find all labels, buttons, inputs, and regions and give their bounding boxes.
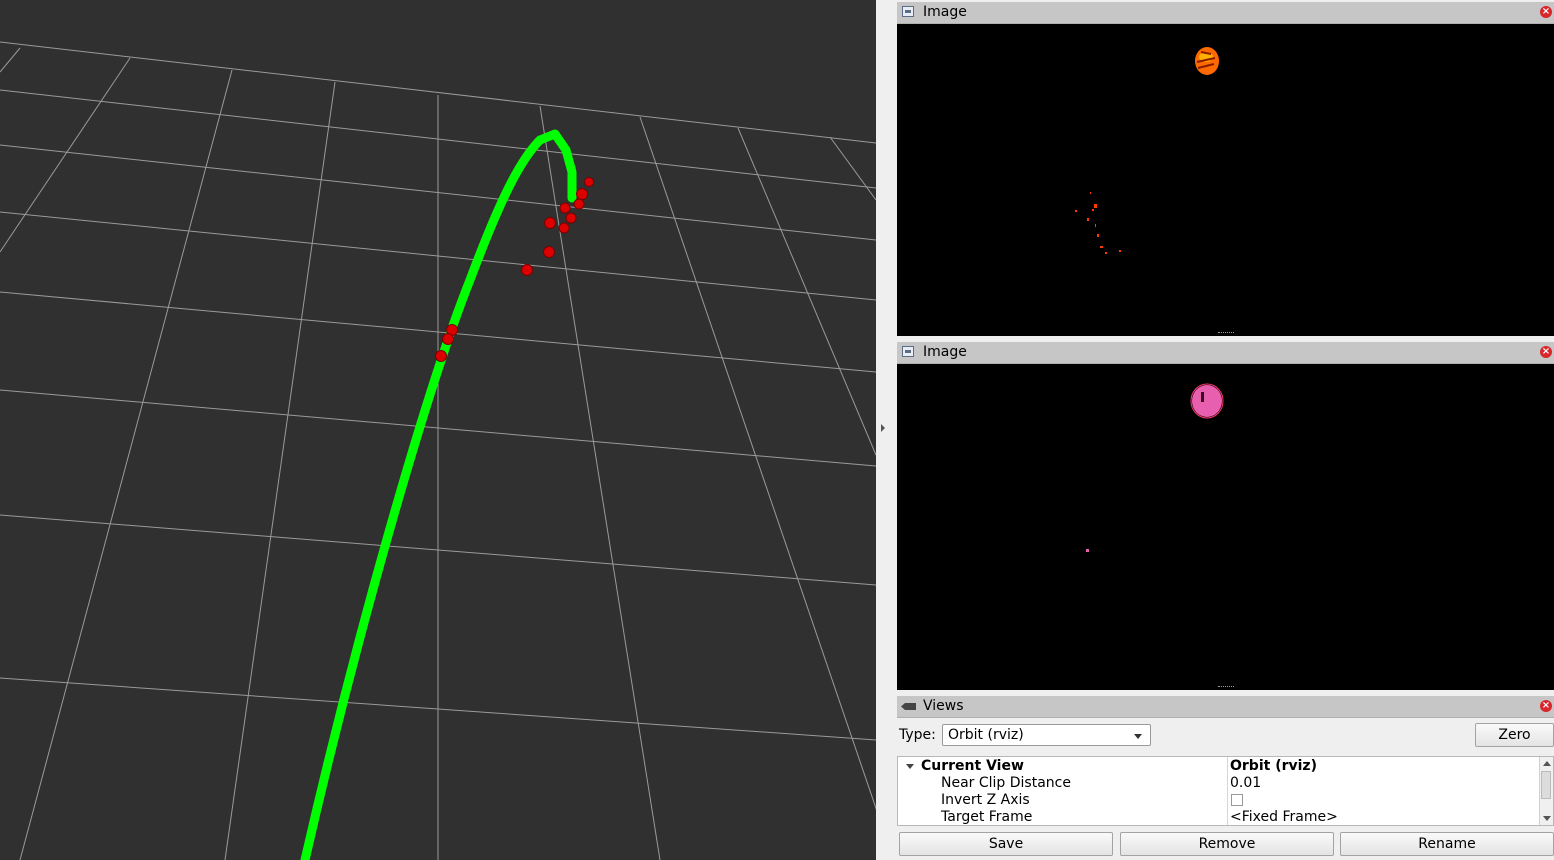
image-view-bottom [897, 364, 1554, 690]
close-icon[interactable]: × [1540, 6, 1552, 18]
properties-scrollbar[interactable] [1539, 757, 1553, 825]
property-value[interactable]: <Fixed Frame> [1230, 809, 1338, 825]
view-properties-tree: Current View Orbit (rviz) Near Clip Dist… [897, 756, 1554, 826]
heat-blob [1195, 47, 1219, 75]
property-name: Current View [921, 758, 1024, 774]
collapse-arrow-icon[interactable] [881, 424, 885, 432]
chevron-down-icon [1134, 734, 1142, 739]
tree-row-invert-z-axis[interactable]: Invert Z Axis [898, 792, 1539, 809]
scroll-thumb[interactable] [1541, 771, 1551, 799]
rename-button[interactable]: Rename [1340, 832, 1554, 856]
zero-button[interactable]: Zero [1475, 723, 1554, 747]
property-value: Orbit (rviz) [1230, 758, 1317, 774]
property-name: Target Frame [941, 809, 1033, 825]
scroll-up-icon[interactable] [1543, 761, 1551, 766]
heat-noise [1075, 192, 1121, 254]
view-type-value: Orbit (rviz) [948, 727, 1024, 743]
property-value[interactable]: 0.01 [1230, 775, 1261, 792]
image-panel-bottom: Image × [897, 342, 1554, 692]
marker-point [543, 246, 555, 258]
ground-grid [0, 41, 876, 860]
resize-handle[interactable] [1217, 332, 1234, 335]
save-button[interactable]: Save [899, 832, 1113, 856]
marker-point [559, 202, 571, 214]
resize-handle[interactable] [1217, 686, 1234, 689]
panel-splitter[interactable] [876, 0, 897, 860]
marker-point [435, 350, 447, 362]
view-type-select[interactable]: Orbit (rviz) [942, 724, 1151, 746]
tree-row-current-view[interactable]: Current View Orbit (rviz) [898, 758, 1539, 775]
image-panel-bottom-title: Image [923, 344, 967, 360]
mask-blob [1190, 383, 1224, 419]
marker-point [576, 188, 588, 200]
grid-scene [0, 41, 876, 860]
remove-button[interactable]: Remove [1120, 832, 1334, 856]
close-icon[interactable]: × [1540, 346, 1552, 358]
marker-point [442, 333, 454, 345]
marker-point [573, 198, 585, 210]
marker-point [521, 264, 533, 276]
camera-icon [901, 703, 916, 710]
marker-point [584, 177, 594, 187]
property-name: Near Clip Distance [941, 775, 1071, 791]
marker-point [558, 222, 570, 234]
image-panel-top-title: Image [923, 4, 967, 20]
mask-speck [1086, 549, 1089, 552]
image-panel-top-titlebar[interactable]: Image × [897, 2, 1554, 24]
heat-image [1075, 47, 1219, 254]
tree-row-near-clip-distance[interactable]: Near Clip Distance 0.01 [898, 775, 1539, 792]
close-icon[interactable]: × [1540, 700, 1552, 712]
image-icon [902, 6, 914, 17]
tree-row-target-frame[interactable]: Target Frame <Fixed Frame> [898, 809, 1539, 825]
scroll-down-icon[interactable] [1543, 816, 1551, 821]
views-panel-titlebar[interactable]: Views × [897, 696, 1554, 718]
image-view-top [897, 24, 1554, 336]
property-name: Invert Z Axis [941, 792, 1030, 808]
render-3d-view[interactable] [0, 0, 876, 860]
type-label: Type: [899, 727, 936, 743]
marker-point [565, 212, 577, 224]
image-panel-bottom-titlebar[interactable]: Image × [897, 342, 1554, 364]
mask-image [1086, 383, 1224, 552]
views-panel-title: Views [923, 698, 964, 714]
image-icon [902, 346, 914, 357]
marker-point [544, 217, 556, 229]
invert-z-axis-checkbox[interactable] [1231, 794, 1243, 806]
views-panel: Views × Type: Orbit (rviz) Zero Current … [897, 696, 1554, 860]
expand-arrow-icon[interactable] [906, 764, 914, 769]
image-panel-top: Image × [897, 2, 1554, 338]
